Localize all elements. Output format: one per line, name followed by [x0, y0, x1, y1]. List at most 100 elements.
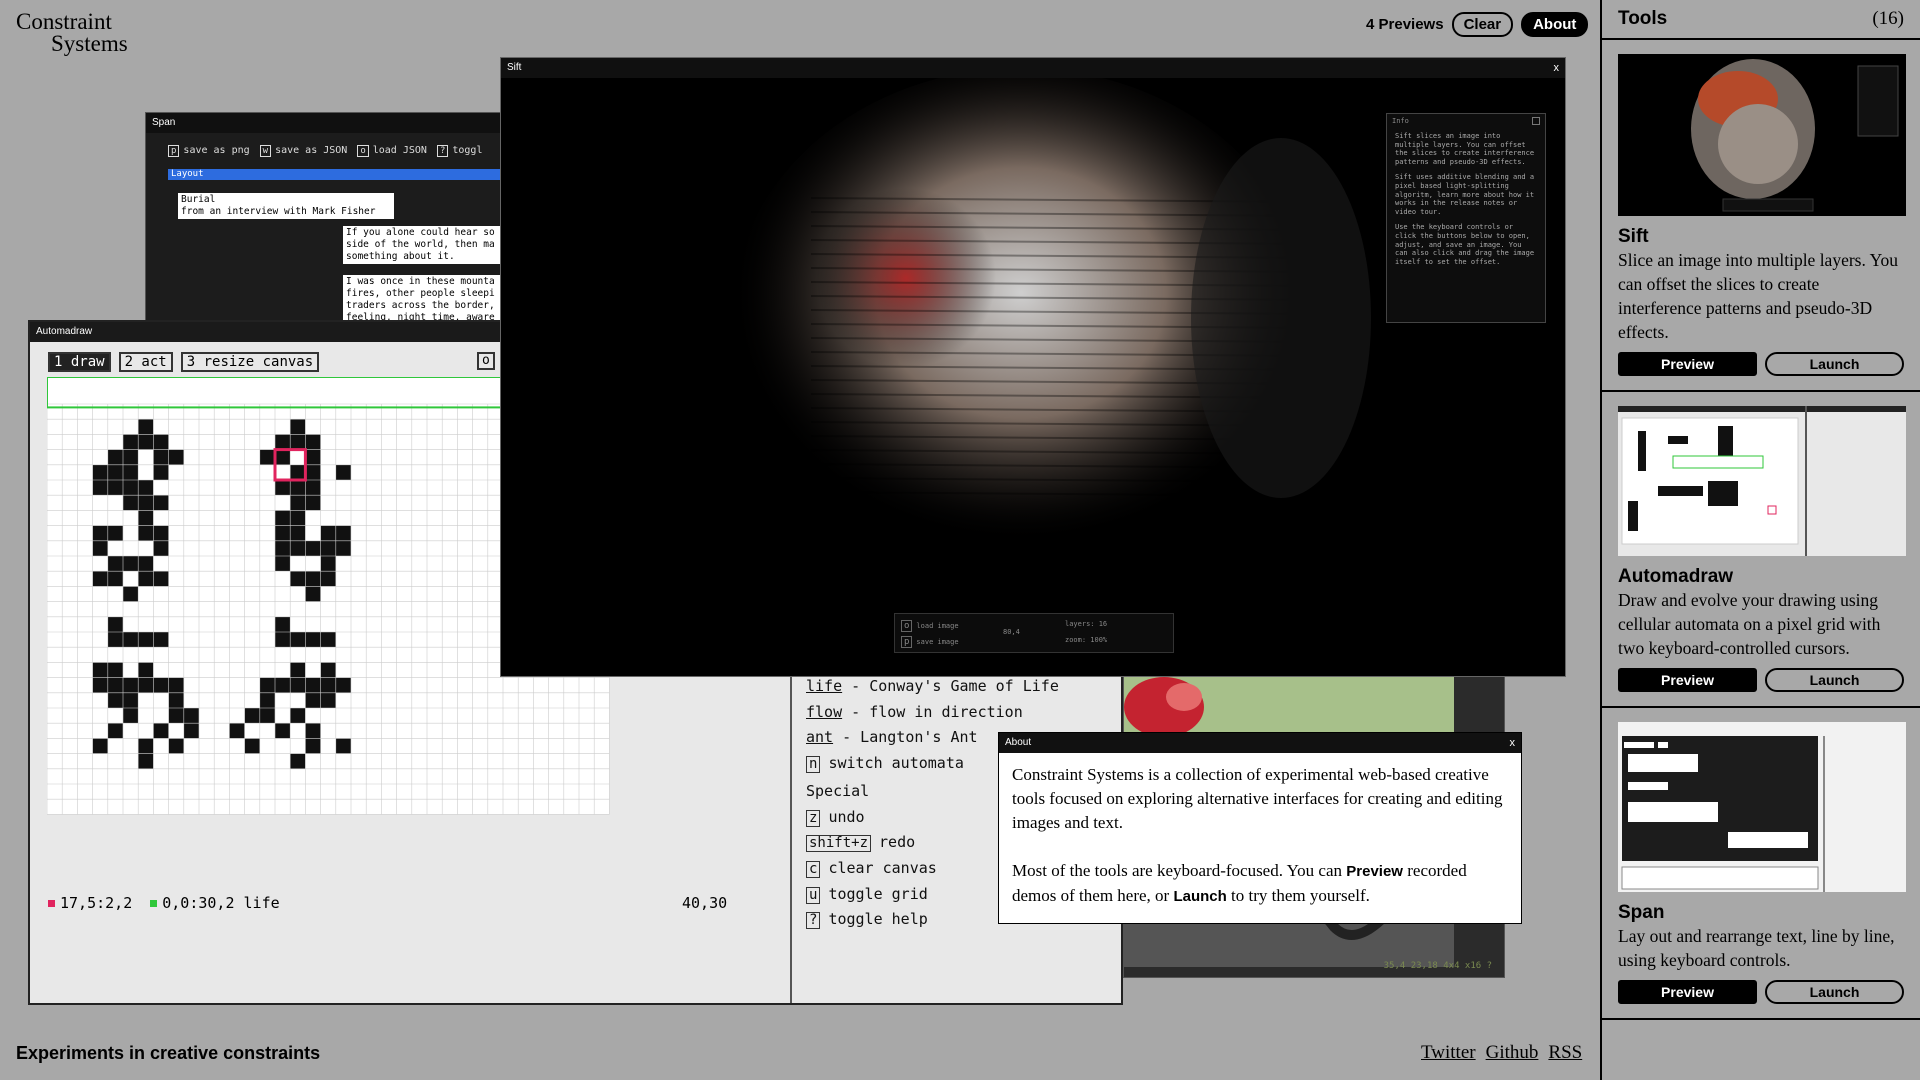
- zoom-control[interactable]: zoom: 100%: [1065, 636, 1107, 644]
- help-row-life[interactable]: life - Conway's Game of Life: [806, 674, 1059, 700]
- help-desc: - flow in direction: [842, 702, 1023, 721]
- tools-count: (16): [1872, 8, 1904, 29]
- canvas-dimensions: 40,30: [682, 894, 728, 912]
- info-title: Info: [1392, 117, 1409, 125]
- tools-sidebar[interactable]: Tools (16) Sift Slice an image into mult…: [1600, 0, 1920, 1080]
- draw-mode-button[interactable]: 1 draw: [48, 352, 111, 372]
- key-question: ?: [436, 145, 449, 157]
- key-o: o: [357, 145, 369, 157]
- help-row-flow[interactable]: flow - flow in direction: [806, 700, 1059, 726]
- tagline: Experiments in creative constraints: [16, 1043, 321, 1063]
- about-button[interactable]: About: [1521, 11, 1589, 37]
- previews-count: 4 Previews: [1366, 15, 1444, 33]
- info-close-icon[interactable]: [1532, 117, 1540, 125]
- launch-term: Launch: [1173, 888, 1227, 905]
- tool-description: Draw and evolve your drawing using cellu…: [1618, 590, 1881, 658]
- sift-thumbnail[interactable]: [1618, 54, 1906, 216]
- sift-window-title: Sift: [507, 62, 522, 73]
- about-window-titlebar[interactable]: About x: [999, 733, 1521, 753]
- sift-info-panel: Info Sift slices an image into multiple …: [1386, 113, 1546, 323]
- automadraw-thumbnail[interactable]: [1618, 406, 1906, 556]
- span-text-box[interactable]: Burial from an interview with Mark Fishe…: [178, 193, 394, 219]
- key-c: c: [806, 860, 821, 878]
- span-text-box[interactable]: I was once in these mounta fires, other …: [343, 275, 509, 325]
- automadraw-toolbar: 1 draw 2 act 3 resize canvas: [48, 352, 320, 372]
- span-window-titlebar[interactable]: Span: [146, 113, 509, 133]
- tool-name: Span: [1618, 902, 1665, 923]
- about-body: Constraint Systems is a collection of ex…: [999, 753, 1521, 923]
- span-tool-save-json[interactable]: w save as JSON: [259, 145, 348, 157]
- tool-description: Slice an image into multiple layers. You…: [1618, 250, 1898, 342]
- offset-readout: 80,4: [1003, 628, 1020, 636]
- help-label: toggle help: [828, 910, 928, 929]
- launch-button[interactable]: Launch: [1765, 980, 1904, 1004]
- tool-actions: Preview Launch: [1618, 980, 1904, 1004]
- resize-canvas-button[interactable]: 3 resize canvas: [180, 352, 320, 372]
- life-link[interactable]: life: [806, 677, 842, 695]
- github-link[interactable]: Github: [1486, 1042, 1539, 1064]
- about-text: to try them yourself.: [1226, 886, 1370, 905]
- about-text: Most of the tools are keyboard-focused. …: [1012, 861, 1347, 880]
- ctrl-label: load image: [916, 622, 959, 630]
- options-key-button[interactable]: o: [477, 352, 495, 370]
- tool-name: Sift: [1618, 226, 1649, 247]
- about-close-icon[interactable]: x: [1510, 733, 1516, 753]
- span-layout-bar[interactable]: Layout: [168, 169, 509, 180]
- load-image-button[interactable]: o load image: [901, 620, 959, 632]
- green-cursor-status: 0,0:30,2 life: [150, 894, 280, 912]
- tool-name: Automadraw: [1618, 566, 1734, 587]
- sift-window[interactable]: Sift x Info Sift slices an image into mul…: [500, 57, 1566, 677]
- span-thumbnail[interactable]: [1618, 722, 1906, 892]
- preview-term: Preview: [1346, 863, 1403, 880]
- logo-line-1: Constraint: [16, 9, 112, 34]
- twitter-link[interactable]: Twitter: [1421, 1042, 1476, 1064]
- preview-button[interactable]: Preview: [1618, 980, 1757, 1004]
- footer-links: Twitter Github RSS: [1421, 1042, 1582, 1064]
- sift-window-titlebar[interactable]: Sift x: [501, 58, 1565, 78]
- tool-card-span: Span Lay out and rearrange text, line by…: [1602, 708, 1920, 1020]
- save-image-button[interactable]: p save image: [901, 636, 959, 648]
- about-window[interactable]: About x Constraint Systems is a collectio…: [998, 732, 1522, 924]
- clear-button[interactable]: Clear: [1451, 11, 1514, 37]
- span-tool-toggle[interactable]: ? toggl: [436, 145, 482, 157]
- act-mode-button[interactable]: 2 act: [118, 352, 173, 372]
- help-label: clear canvas: [828, 858, 937, 877]
- span-window[interactable]: Span p save as png w save as JSON o load JS…: [145, 112, 510, 332]
- preview-button[interactable]: Preview: [1618, 668, 1757, 692]
- info-paragraph: Use the keyboard controls or click the b…: [1395, 223, 1535, 266]
- tool-label: save as JSON: [275, 145, 348, 156]
- tool-description: Lay out and rearrange text, line by line…: [1618, 926, 1895, 970]
- tool-card-automadraw: Automadraw Draw and evolve your drawing …: [1602, 392, 1920, 708]
- tool-label: load JSON: [372, 145, 427, 156]
- help-label: switch automata: [828, 754, 964, 773]
- launch-button[interactable]: Launch: [1765, 668, 1904, 692]
- top-bar: 4 Previews Clear About: [1366, 11, 1589, 37]
- info-paragraph: Sift uses additive blending and a pixel …: [1395, 173, 1535, 216]
- preview-button[interactable]: Preview: [1618, 352, 1757, 376]
- key-o: o: [901, 620, 913, 632]
- tool-actions: Preview Launch: [1618, 352, 1904, 376]
- help-desc: - Langton's Ant: [833, 728, 978, 747]
- about-window-title: About: [1005, 737, 1032, 748]
- help-desc: - Conway's Game of Life: [842, 677, 1059, 695]
- tool-label: save as png: [183, 145, 250, 156]
- launch-button[interactable]: Launch: [1765, 352, 1904, 376]
- key-u: u: [806, 886, 821, 904]
- layers-control[interactable]: layers: 16: [1065, 620, 1107, 628]
- sift-controls: o load image p save image 80,4 layers: 16 …: [894, 613, 1174, 653]
- key-p: p: [168, 145, 180, 157]
- span-text-box[interactable]: If you alone could hear so side of the w…: [343, 226, 509, 264]
- site-logo[interactable]: Constraint Systems: [16, 9, 128, 55]
- key-n: n: [806, 756, 821, 774]
- key-z: z: [806, 809, 821, 827]
- span-tool-load-json[interactable]: o load JSON: [357, 145, 427, 157]
- rss-link[interactable]: RSS: [1548, 1042, 1582, 1064]
- sift-close-icon[interactable]: x: [1554, 58, 1560, 78]
- green-cursor-text: 0,0:30,2 life: [162, 894, 280, 912]
- span-tool-save-png[interactable]: p save as png: [168, 145, 250, 157]
- ant-link[interactable]: ant: [806, 728, 833, 746]
- key-question: ?: [806, 912, 821, 930]
- flow-link[interactable]: flow: [806, 703, 842, 721]
- tool-card-sift: Sift Slice an image into multiple layers…: [1602, 40, 1920, 392]
- about-paragraph: Constraint Systems is a collection of ex…: [1012, 765, 1503, 832]
